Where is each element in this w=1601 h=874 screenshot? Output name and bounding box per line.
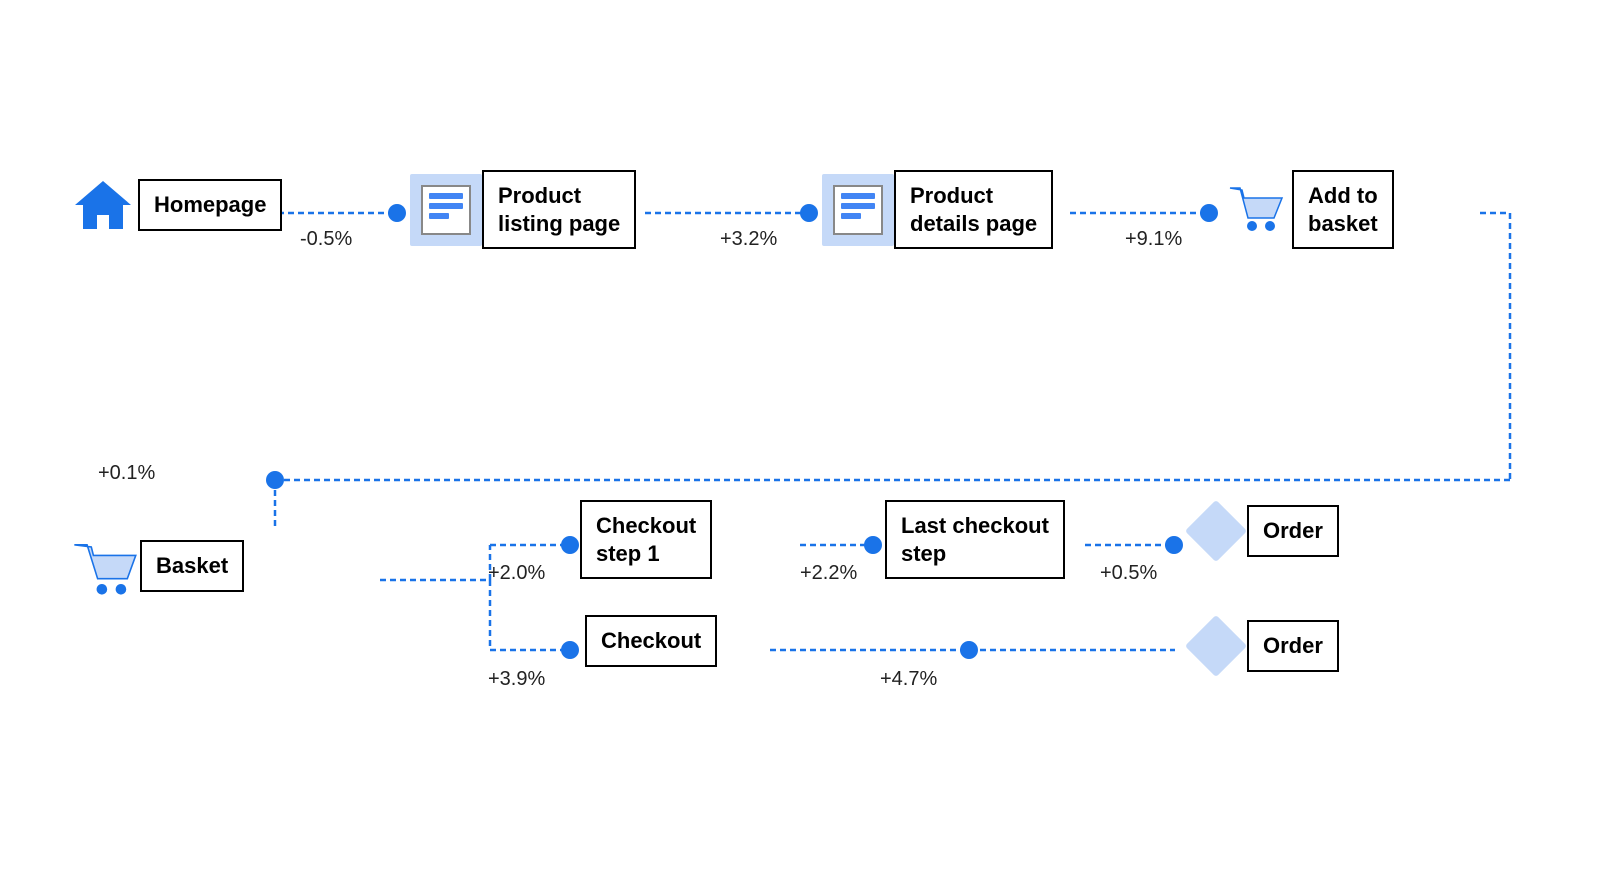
add-to-basket-label: Add to basket [1292, 170, 1394, 249]
checkout-step1-label: Checkout step 1 [580, 500, 712, 579]
diamond-icon-2 [1185, 615, 1247, 677]
dot-4 [266, 471, 284, 489]
node-basket: Basket [68, 530, 244, 602]
dot-2 [800, 204, 818, 222]
dot-3 [1200, 204, 1218, 222]
connector-lines [0, 0, 1601, 874]
pct-5: +2.0% [488, 562, 545, 585]
dot-8 [561, 641, 579, 659]
basket-label: Basket [140, 540, 244, 592]
node-product-details: Product details page [822, 170, 1053, 249]
list-icon [410, 174, 482, 246]
pct-1: -0.5% [300, 228, 352, 251]
dot-9 [960, 641, 978, 659]
product-listing-label: Product listing page [482, 170, 636, 249]
pct-3: +9.1% [1125, 228, 1182, 251]
dot-1 [388, 204, 406, 222]
dot-6 [864, 536, 882, 554]
pct-9: +4.7% [880, 668, 937, 691]
dot-7 [1165, 536, 1183, 554]
node-checkout-step1: Checkout step 1 [580, 500, 712, 579]
node-order2: Order [1185, 615, 1339, 677]
node-product-listing: Product listing page [410, 170, 636, 249]
list-icon-2 [822, 174, 894, 246]
last-checkout-label: Last checkout step [885, 500, 1065, 579]
basket-icon [68, 530, 140, 602]
pct-6: +2.2% [800, 562, 857, 585]
pct-7: +0.5% [1100, 562, 1157, 585]
order1-label: Order [1247, 505, 1339, 557]
homepage-label: Homepage [138, 179, 282, 231]
dot-5 [561, 536, 579, 554]
node-add-to-basket: Add to basket [1220, 170, 1394, 249]
order2-label: Order [1247, 620, 1339, 672]
node-last-checkout: Last checkout step [885, 500, 1065, 579]
pct-2: +3.2% [720, 228, 777, 251]
cart-icon [1220, 174, 1292, 246]
checkout-label: Checkout [585, 615, 717, 667]
pct-4: +0.1% [98, 462, 155, 485]
node-checkout: Checkout [585, 615, 717, 667]
node-order1: Order [1185, 500, 1339, 562]
diagram: Homepage Product listing page Product de… [0, 0, 1601, 874]
pct-8: +3.9% [488, 668, 545, 691]
product-details-label: Product details page [894, 170, 1053, 249]
node-homepage: Homepage [68, 170, 282, 240]
diamond-icon-1 [1185, 500, 1247, 562]
home-icon [68, 170, 138, 240]
